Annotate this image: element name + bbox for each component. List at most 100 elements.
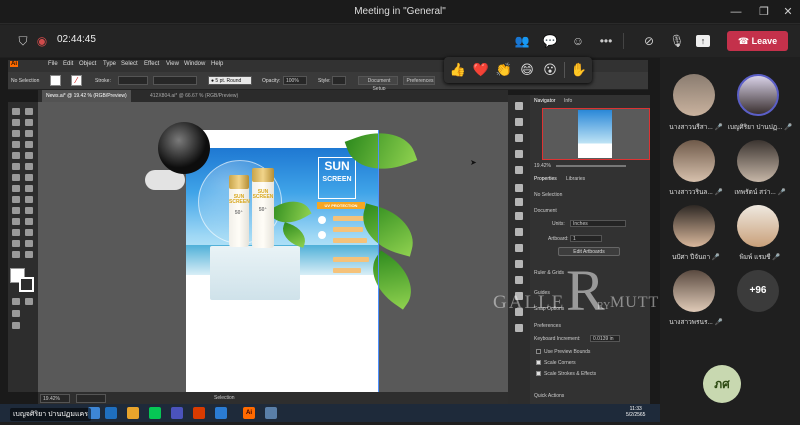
stroke-weight-field[interactable] [118,76,148,85]
free-transform-tool-icon[interactable] [25,185,33,192]
menu-file[interactable]: File [48,61,58,67]
shaper-tool-icon[interactable] [12,163,20,170]
scale-corners-checkbox[interactable] [536,360,541,365]
powerpoint-icon[interactable] [193,407,205,419]
variable-width-field[interactable] [153,76,197,85]
edit-artboards-button[interactable]: Edit Artboards [558,247,620,256]
applause-reaction[interactable]: 👏 [495,61,513,79]
menu-select[interactable]: Select [121,61,138,67]
brushes-panel-icon[interactable] [515,134,523,142]
character-panel-icon[interactable] [515,324,523,332]
layers-panel-icon[interactable] [515,244,523,252]
tab-properties[interactable]: Properties [534,176,557,182]
stroke-color-icon[interactable] [19,277,34,292]
edge-icon[interactable] [105,407,117,419]
fill-swatch[interactable] [50,75,61,86]
symbol-sprayer-tool-icon[interactable] [12,229,20,236]
color-mode-icon[interactable] [12,298,20,305]
eraser-tool-icon[interactable] [25,163,33,170]
curvature-tool-icon[interactable] [25,130,33,137]
slice-tool-icon[interactable] [25,240,33,247]
zoom-field[interactable]: 19.42% [40,394,70,403]
gradient-panel-icon[interactable] [515,198,523,206]
laugh-reaction[interactable]: 😄 [518,61,536,79]
avatar[interactable] [673,74,715,116]
symbols-panel-icon[interactable] [515,150,523,158]
chat-icon[interactable]: 💬 [541,33,559,49]
draw-mode-icon[interactable] [12,310,20,317]
artboard-tool-icon[interactable] [12,240,20,247]
screen-mode-icon[interactable] [12,322,20,329]
pen-tool-icon[interactable] [12,130,20,137]
menu-view[interactable]: View [166,61,179,67]
avatar[interactable] [737,140,779,182]
align-panel-icon[interactable] [515,276,523,284]
share-screen-icon[interactable]: ↑ [696,35,710,47]
menu-type[interactable]: Type [103,61,116,67]
avatar[interactable] [673,270,715,312]
tab-navigator[interactable]: Navigator [534,98,555,104]
line-tool-icon[interactable] [25,141,33,148]
brush-select[interactable]: ● 5 pt. Round [208,76,252,85]
mic-off-icon[interactable]: 🎙 [668,33,686,49]
menu-object[interactable]: Object [79,61,96,67]
shape-builder-tool-icon[interactable] [12,196,20,203]
line-app-icon[interactable] [149,407,161,419]
gradient-tool-icon[interactable] [25,207,33,214]
surprised-reaction[interactable]: 😮 [541,61,559,79]
reactions-icon[interactable]: ☺ [569,33,587,49]
units-select[interactable]: Inches [570,220,626,227]
color-panel-icon[interactable] [515,102,523,110]
menu-edit[interactable]: Edit [63,61,73,67]
eyedropper-tool-icon[interactable] [12,218,20,225]
swatches-panel-icon[interactable] [515,118,523,126]
selection-tool-icon[interactable] [12,108,20,115]
zoom-tool-icon[interactable] [25,251,33,258]
lasso-tool-icon[interactable] [25,119,33,126]
direct-selection-tool-icon[interactable] [25,108,33,115]
word-icon[interactable] [215,407,227,419]
avatar[interactable] [737,205,779,247]
none-color-icon[interactable] [25,298,33,305]
people-icon[interactable]: 👥 [513,33,531,49]
close-button[interactable]: ✕ [780,4,796,20]
maximize-button[interactable]: ❐ [756,4,772,20]
hand-tool-icon[interactable] [12,251,20,258]
avatar[interactable] [673,140,715,182]
tab-news[interactable]: News.ai* @ 19.42 % (RGB/Preview) [42,90,131,102]
stroke-panel-icon[interactable] [515,184,523,192]
like-reaction[interactable]: 👍 [449,61,467,79]
menu-effect[interactable]: Effect [144,61,159,67]
keyboard-increment-field[interactable]: 0.0139 in [590,335,620,342]
transparency-panel-icon[interactable] [515,212,523,220]
tab-412x804[interactable]: 412X804.ai* @ 66.67 % (RGB/Preview) [146,90,242,102]
width-tool-icon[interactable] [12,185,20,192]
graphic-styles-panel-icon[interactable] [515,166,523,174]
navigator-zoom[interactable]: 19.42% [534,163,551,169]
more-participants-button[interactable]: +96 [737,270,779,312]
navigator-zoom-slider[interactable] [556,165,626,167]
menu-help[interactable]: Help [211,61,223,67]
scale-strokes-checkbox[interactable] [536,371,541,376]
rectangle-tool-icon[interactable] [12,152,20,159]
avatar[interactable] [737,74,779,116]
artboard-nav-field[interactable] [76,394,106,403]
rotate-tool-icon[interactable] [12,174,20,181]
paintbrush-tool-icon[interactable] [25,152,33,159]
scale-tool-icon[interactable] [25,174,33,181]
camera-off-icon[interactable]: ⊘ [640,33,658,49]
use-preview-bounds-checkbox[interactable] [536,349,541,354]
leave-button[interactable]: ☎ Leave [727,31,788,51]
tab-libraries[interactable]: Libraries [566,176,585,182]
tab-info[interactable]: Info [564,98,572,104]
stroke-swatch[interactable]: ⁄ [71,75,82,86]
avatar[interactable] [673,205,715,247]
artboard-select[interactable]: 1 [570,235,602,242]
teams-icon[interactable] [171,407,183,419]
heart-reaction[interactable]: ❤️ [472,61,490,79]
blend-tool-icon[interactable] [25,218,33,225]
self-avatar[interactable]: ภศ [703,365,741,403]
mesh-tool-icon[interactable] [12,207,20,214]
more-options-icon[interactable]: ••• [597,33,615,49]
type-tool-icon[interactable] [12,141,20,148]
